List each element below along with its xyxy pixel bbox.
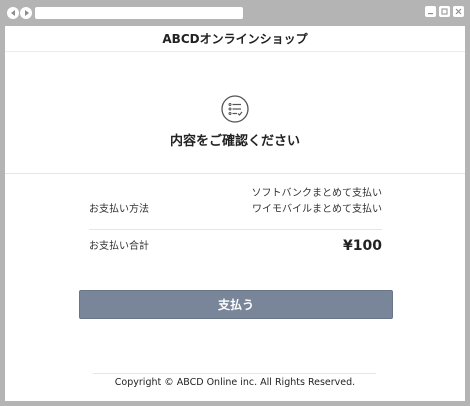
copyright: Copyright © ABCD Online inc. All Rights … (114, 377, 356, 388)
header-divider (5, 51, 465, 52)
forward-icon[interactable] (20, 7, 32, 19)
address-bar[interactable] (35, 7, 243, 19)
page-content: ABCDオンラインショップ 内容をご確認ください お支払い方法 ソフトバンクまと… (5, 26, 465, 401)
row-divider (89, 229, 382, 230)
section-divider (5, 173, 465, 174)
pay-button[interactable]: 支払う (79, 290, 393, 319)
checklist-icon (221, 95, 249, 123)
maximize-icon[interactable] (439, 6, 450, 17)
page-title: 内容をご確認ください (169, 134, 300, 149)
payment-methods: ソフトバンクまとめて支払い ワイモバイルまとめて支払い (252, 186, 383, 218)
browser-window: ABCDオンラインショップ 内容をご確認ください お支払い方法 ソフトバンクまと… (0, 0, 470, 406)
payment-total-amount: ¥100 (343, 238, 382, 254)
browser-toolbar (0, 0, 470, 26)
payment-method-ymobile: ワイモバイルまとめて支払い (252, 204, 382, 215)
payment-total-label: お支払い合計 (89, 241, 149, 252)
close-icon[interactable] (453, 6, 464, 17)
site-title: ABCDオンラインショップ (162, 32, 308, 46)
payment-method-label: お支払い方法 (89, 204, 149, 215)
payment-method-softbank: ソフトバンクまとめて支払い (251, 188, 383, 199)
back-icon[interactable] (7, 7, 19, 19)
footer-divider (93, 373, 376, 374)
minimize-icon[interactable] (425, 6, 436, 17)
